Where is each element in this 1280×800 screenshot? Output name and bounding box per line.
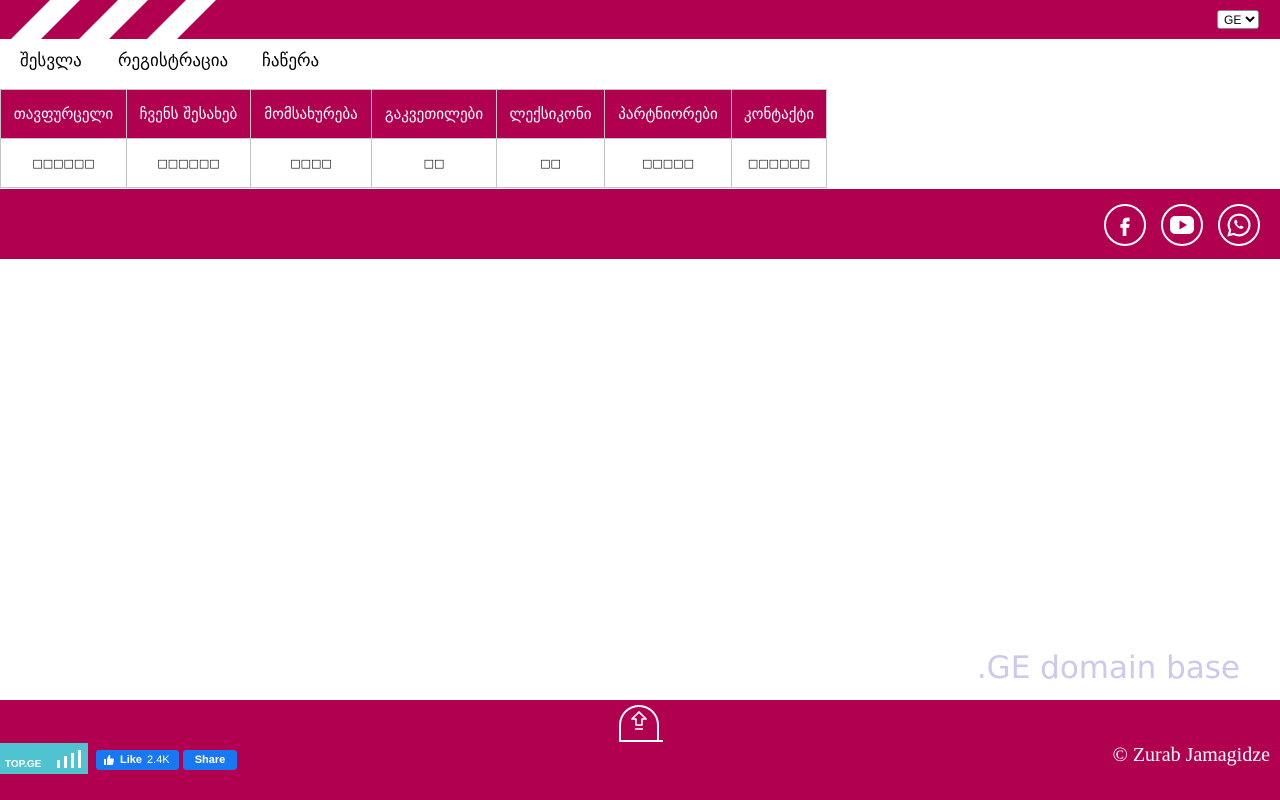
submenu-item[interactable]: □□ [496,138,605,188]
logo-stripes [0,0,220,39]
menu-item-lessons[interactable]: გაკვეთილები [371,89,497,139]
arrow-up-icon [631,711,647,730]
language-select[interactable]: GE [1217,10,1259,29]
submenu-item[interactable]: □□ [371,138,497,188]
menu-item-dictionary[interactable]: ლექსიკონი [496,89,605,139]
youtube-icon[interactable] [1161,204,1203,246]
domain-base-label: .GE domain base [976,650,1240,686]
topge-counter[interactable]: TOP.GE [0,743,88,774]
submenu-item[interactable]: □□□□ [250,138,372,188]
register-link[interactable]: რეგისტრაცია [118,51,228,71]
facebook-icon[interactable] [1104,204,1146,246]
submenu-item[interactable]: □□□□□□ [731,138,827,188]
social-bar [0,189,1280,259]
menu-row: თავფურცელი ჩვენს შესახებ მომსახურება გაკ… [0,89,827,139]
submenu-row: □□□□□□ □□□□□□ □□□□ □□ □□ □□□□□ □□□□□□ [0,138,827,188]
whatsapp-icon[interactable] [1218,204,1260,246]
thumbs-up-icon [104,755,114,765]
like-count: 2.4K [147,754,170,766]
main-menu: თავფურცელი ჩვენს შესახებ მომსახურება გაკ… [0,89,827,188]
facebook-share-button[interactable]: Share [183,750,237,770]
enroll-link[interactable]: ჩაწერა [262,51,319,71]
menu-item-contact[interactable]: კონტაქტი [731,89,827,139]
menu-item-partners[interactable]: პარტნიორები [604,89,732,139]
submenu-item[interactable]: □□□□□ [604,138,732,188]
like-label: Like [120,754,143,766]
menu-item-home[interactable]: თავფურცელი [0,89,127,139]
login-link[interactable]: შესვლა [20,51,82,71]
top-bar: GE [0,0,1280,39]
facebook-like-button[interactable]: Like 2.4K [96,750,179,770]
footer: TOP.GE Like 2.4K Share © Zurab Jamagidze [0,700,1280,800]
submenu-item[interactable]: □□□□□□ [126,138,251,188]
scroll-top-base [619,740,663,742]
scroll-top-button[interactable] [619,705,659,741]
submenu-item[interactable]: □□□□□□ [0,138,127,188]
menu-item-about[interactable]: ჩვენს შესახებ [126,89,251,139]
topge-label: TOP.GE [5,759,42,770]
menu-item-services[interactable]: მომსახურება [250,89,372,139]
bar-chart-icon [57,750,81,768]
copyright: © Zurab Jamagidze [1112,744,1270,766]
auth-bar: შესვლა რეგისტრაცია ჩაწერა [0,39,1280,89]
